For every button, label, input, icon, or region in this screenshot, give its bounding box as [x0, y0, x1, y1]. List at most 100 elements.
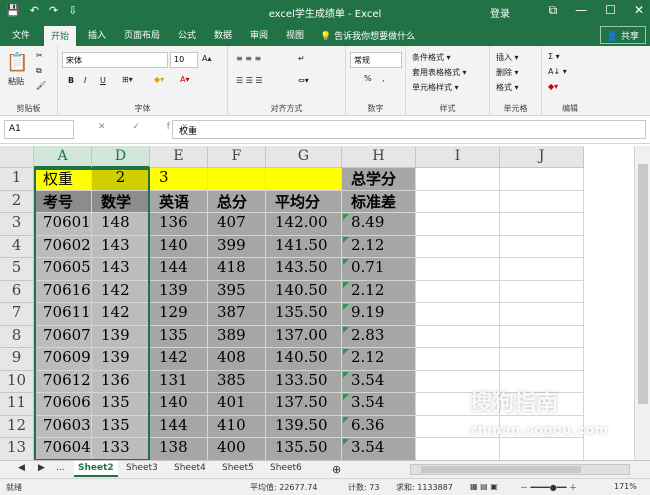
paste-icon[interactable]: 📋	[6, 52, 28, 73]
error-indicator-icon[interactable]	[343, 304, 349, 310]
cell-h11[interactable]: 3.54	[342, 393, 416, 416]
align-left-icon[interactable]: ☰ ☰ ☰	[236, 76, 263, 85]
copy-icon[interactable]: ⧉	[36, 66, 42, 76]
cell-f9[interactable]: 408	[208, 348, 266, 371]
cell-i6[interactable]	[416, 280, 500, 303]
cell-e4[interactable]: 140	[150, 235, 208, 258]
row-header-1[interactable]: 1	[0, 168, 34, 191]
cell-f1[interactable]	[208, 168, 266, 191]
column-header-g[interactable]: G	[266, 146, 342, 168]
cell-j6[interactable]	[500, 280, 584, 303]
row-header-5[interactable]: 5	[0, 258, 34, 281]
cell-a11[interactable]: 70606	[34, 393, 92, 416]
cell-d8[interactable]: 139	[92, 325, 150, 348]
cell-h9[interactable]: 2.12	[342, 348, 416, 371]
cell-h1[interactable]: 总学分	[342, 168, 416, 191]
cell-d4[interactable]: 143	[92, 235, 150, 258]
font-name-select[interactable]: 宋体	[62, 52, 168, 68]
cell-i3[interactable]	[416, 213, 500, 236]
cell-f11[interactable]: 401	[208, 393, 266, 416]
cell-g10[interactable]: 133.50	[266, 370, 342, 393]
horizontal-scroll-thumb[interactable]	[421, 466, 581, 473]
column-header-a[interactable]: A	[34, 146, 92, 168]
clear-icon[interactable]: ◆▾	[548, 82, 558, 91]
error-indicator-icon[interactable]	[343, 349, 349, 355]
minimize-icon[interactable]: —	[575, 3, 587, 18]
horizontal-scrollbar[interactable]	[410, 464, 630, 475]
cell-d10[interactable]: 136	[92, 370, 150, 393]
cell-g6[interactable]: 140.50	[266, 280, 342, 303]
next-sheet-button[interactable]: ▶	[34, 461, 49, 477]
cell-d11[interactable]: 135	[92, 393, 150, 416]
cell-f2[interactable]: 总分	[208, 190, 266, 213]
more-sheets-button[interactable]: ...	[52, 461, 69, 477]
tell-me-search[interactable]: 💡 告诉我你想要做什么	[320, 29, 415, 42]
row-header-2[interactable]: 2	[0, 190, 34, 213]
cell-g12[interactable]: 139.50	[266, 415, 342, 438]
cell-a5[interactable]: 70605	[34, 258, 92, 281]
sheet-tab-sheet5[interactable]: Sheet5	[218, 461, 258, 477]
cell-a12[interactable]: 70603	[34, 415, 92, 438]
cell-j7[interactable]	[500, 303, 584, 326]
cell-e6[interactable]: 139	[150, 280, 208, 303]
cell-a13[interactable]: 70604	[34, 438, 92, 460]
wrap-text-icon[interactable]: ↵	[298, 54, 305, 63]
cell-i5[interactable]	[416, 258, 500, 281]
select-all-corner[interactable]	[0, 146, 34, 168]
cell-a1[interactable]: 权重	[34, 168, 92, 191]
row-header-8[interactable]: 8	[0, 325, 34, 348]
autosum-button[interactable]: Σ ▾	[548, 52, 560, 61]
ribbon-display-icon[interactable]: ⧉	[549, 3, 558, 18]
cell-d5[interactable]: 143	[92, 258, 150, 281]
column-header-h[interactable]: H	[342, 146, 416, 168]
cell-a9[interactable]: 70609	[34, 348, 92, 371]
cell-j3[interactable]	[500, 213, 584, 236]
cell-h8[interactable]: 2.83	[342, 325, 416, 348]
cell-d2[interactable]: 数学	[92, 190, 150, 213]
tab-formulas[interactable]: 公式	[178, 28, 196, 41]
row-header-13[interactable]: 13	[0, 438, 34, 460]
format-as-table-button[interactable]: 套用表格格式 ▾	[412, 67, 467, 78]
row-header-7[interactable]: 7	[0, 303, 34, 326]
cell-e11[interactable]: 140	[150, 393, 208, 416]
comma-button[interactable]: ,	[382, 74, 385, 83]
font-grow-icon[interactable]: A▴	[202, 54, 212, 63]
tab-insert[interactable]: 插入	[88, 28, 106, 41]
prev-sheet-button[interactable]: ◀	[14, 461, 29, 477]
cell-i2[interactable]	[416, 190, 500, 213]
cell-h6[interactable]: 2.12	[342, 280, 416, 303]
cell-a7[interactable]: 70611	[34, 303, 92, 326]
sheet-tab-sheet4[interactable]: Sheet4	[170, 461, 210, 477]
column-header-e[interactable]: E	[150, 146, 208, 168]
sheet-tab-sheet2[interactable]: Sheet2	[74, 461, 118, 477]
underline-button[interactable]: U	[100, 76, 106, 85]
name-box[interactable]: A1	[4, 120, 74, 139]
font-size-select[interactable]: 10	[170, 52, 198, 68]
cell-g5[interactable]: 143.50	[266, 258, 342, 281]
delete-cells-button[interactable]: 删除 ▾	[496, 67, 519, 78]
cell-e13[interactable]: 138	[150, 438, 208, 460]
cell-d13[interactable]: 133	[92, 438, 150, 460]
cell-h2[interactable]: 标准差	[342, 190, 416, 213]
cell-d6[interactable]: 142	[92, 280, 150, 303]
cell-f6[interactable]: 395	[208, 280, 266, 303]
format-painter-icon[interactable]: 🖌	[36, 81, 46, 90]
zoom-slider[interactable]: － ━━━━●━━ ＋	[520, 482, 577, 493]
cell-g11[interactable]: 137.50	[266, 393, 342, 416]
cell-e2[interactable]: 英语	[150, 190, 208, 213]
cell-i1[interactable]	[416, 168, 500, 191]
vertical-scroll-thumb[interactable]	[638, 164, 648, 404]
cell-f3[interactable]: 407	[208, 213, 266, 236]
cell-d1[interactable]: 2	[92, 168, 150, 191]
share-button[interactable]: 👤 共享	[599, 26, 646, 44]
tab-home[interactable]: 开始	[44, 26, 77, 46]
cell-e8[interactable]: 135	[150, 325, 208, 348]
cell-g2[interactable]: 平均分	[266, 190, 342, 213]
italic-button[interactable]: I	[84, 76, 86, 85]
cell-a4[interactable]: 70602	[34, 235, 92, 258]
insert-cells-button[interactable]: 插入 ▾	[496, 52, 519, 63]
view-mode-icons[interactable]: ▦ ▤ ▣	[470, 482, 498, 491]
maximize-icon[interactable]: ☐	[605, 3, 616, 18]
error-indicator-icon[interactable]	[343, 326, 349, 333]
cell-g9[interactable]: 140.50	[266, 348, 342, 371]
